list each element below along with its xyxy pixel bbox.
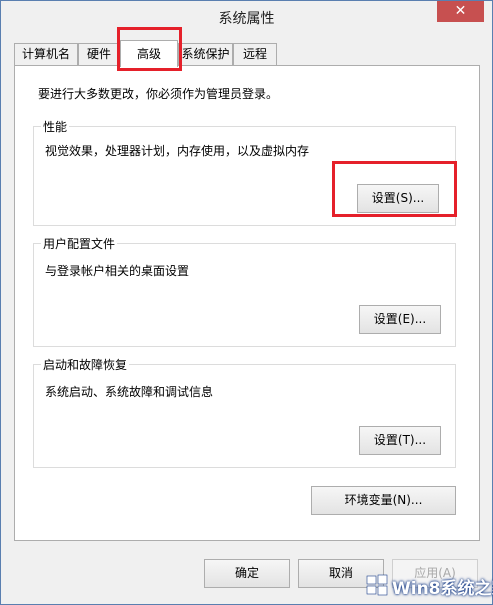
user-profile-group: 用户配置文件 与登录帐户相关的桌面设置 设置(E)...	[33, 235, 456, 347]
system-properties-window: 系统属性 ✕ 计算机名 硬件 高级 系统保护 远程 要进行大多数更改，你必须作为…	[0, 0, 493, 605]
user-profile-title: 用户配置文件	[41, 235, 118, 252]
watermark-text: Win8系统之家	[392, 579, 493, 599]
startup-recovery-group: 启动和故障恢复 系统启动、系统故障和调试信息 设置(T)...	[33, 356, 456, 468]
watermark: Win8系统之家	[362, 566, 493, 604]
window-title: 系统属性	[218, 11, 275, 27]
tab-hardware[interactable]: 硬件	[78, 43, 120, 66]
user-profile-description: 与登录帐户相关的桌面设置	[45, 264, 190, 278]
performance-settings-button[interactable]: 设置(S)...	[357, 184, 439, 213]
tab-system-protection[interactable]: 系统保护	[178, 43, 233, 66]
windows-logo-icon	[366, 574, 388, 596]
performance-title: 性能	[41, 118, 70, 135]
startup-recovery-settings-button[interactable]: 设置(T)...	[359, 426, 441, 455]
admin-notice: 要进行大多数更改，你必须作为管理员登录。	[38, 87, 279, 101]
tab-strip: 计算机名 硬件 高级 系统保护 远程	[14, 40, 484, 67]
tab-advanced[interactable]: 高级	[120, 40, 178, 67]
advanced-tab-panel: 要进行大多数更改，你必须作为管理员登录。 性能 视觉效果，处理器计划，内存使用，…	[14, 65, 480, 541]
startup-recovery-title: 启动和故障恢复	[41, 356, 130, 373]
ok-button[interactable]: 确定	[204, 559, 290, 588]
close-button[interactable]: ✕	[437, 1, 484, 22]
title-bar: 系统属性 ✕	[1, 1, 492, 32]
environment-variables-button[interactable]: 环境变量(N)...	[311, 486, 456, 515]
startup-recovery-description: 系统启动、系统故障和调试信息	[45, 385, 214, 399]
tab-computer-name[interactable]: 计算机名	[14, 43, 78, 66]
tab-remote[interactable]: 远程	[233, 43, 277, 66]
performance-description: 视觉效果，处理器计划，内存使用，以及虚拟内存	[45, 144, 310, 158]
performance-group: 性能 视觉效果，处理器计划，内存使用，以及虚拟内存 设置(S)...	[33, 118, 456, 226]
user-profile-settings-button[interactable]: 设置(E)...	[359, 305, 441, 334]
